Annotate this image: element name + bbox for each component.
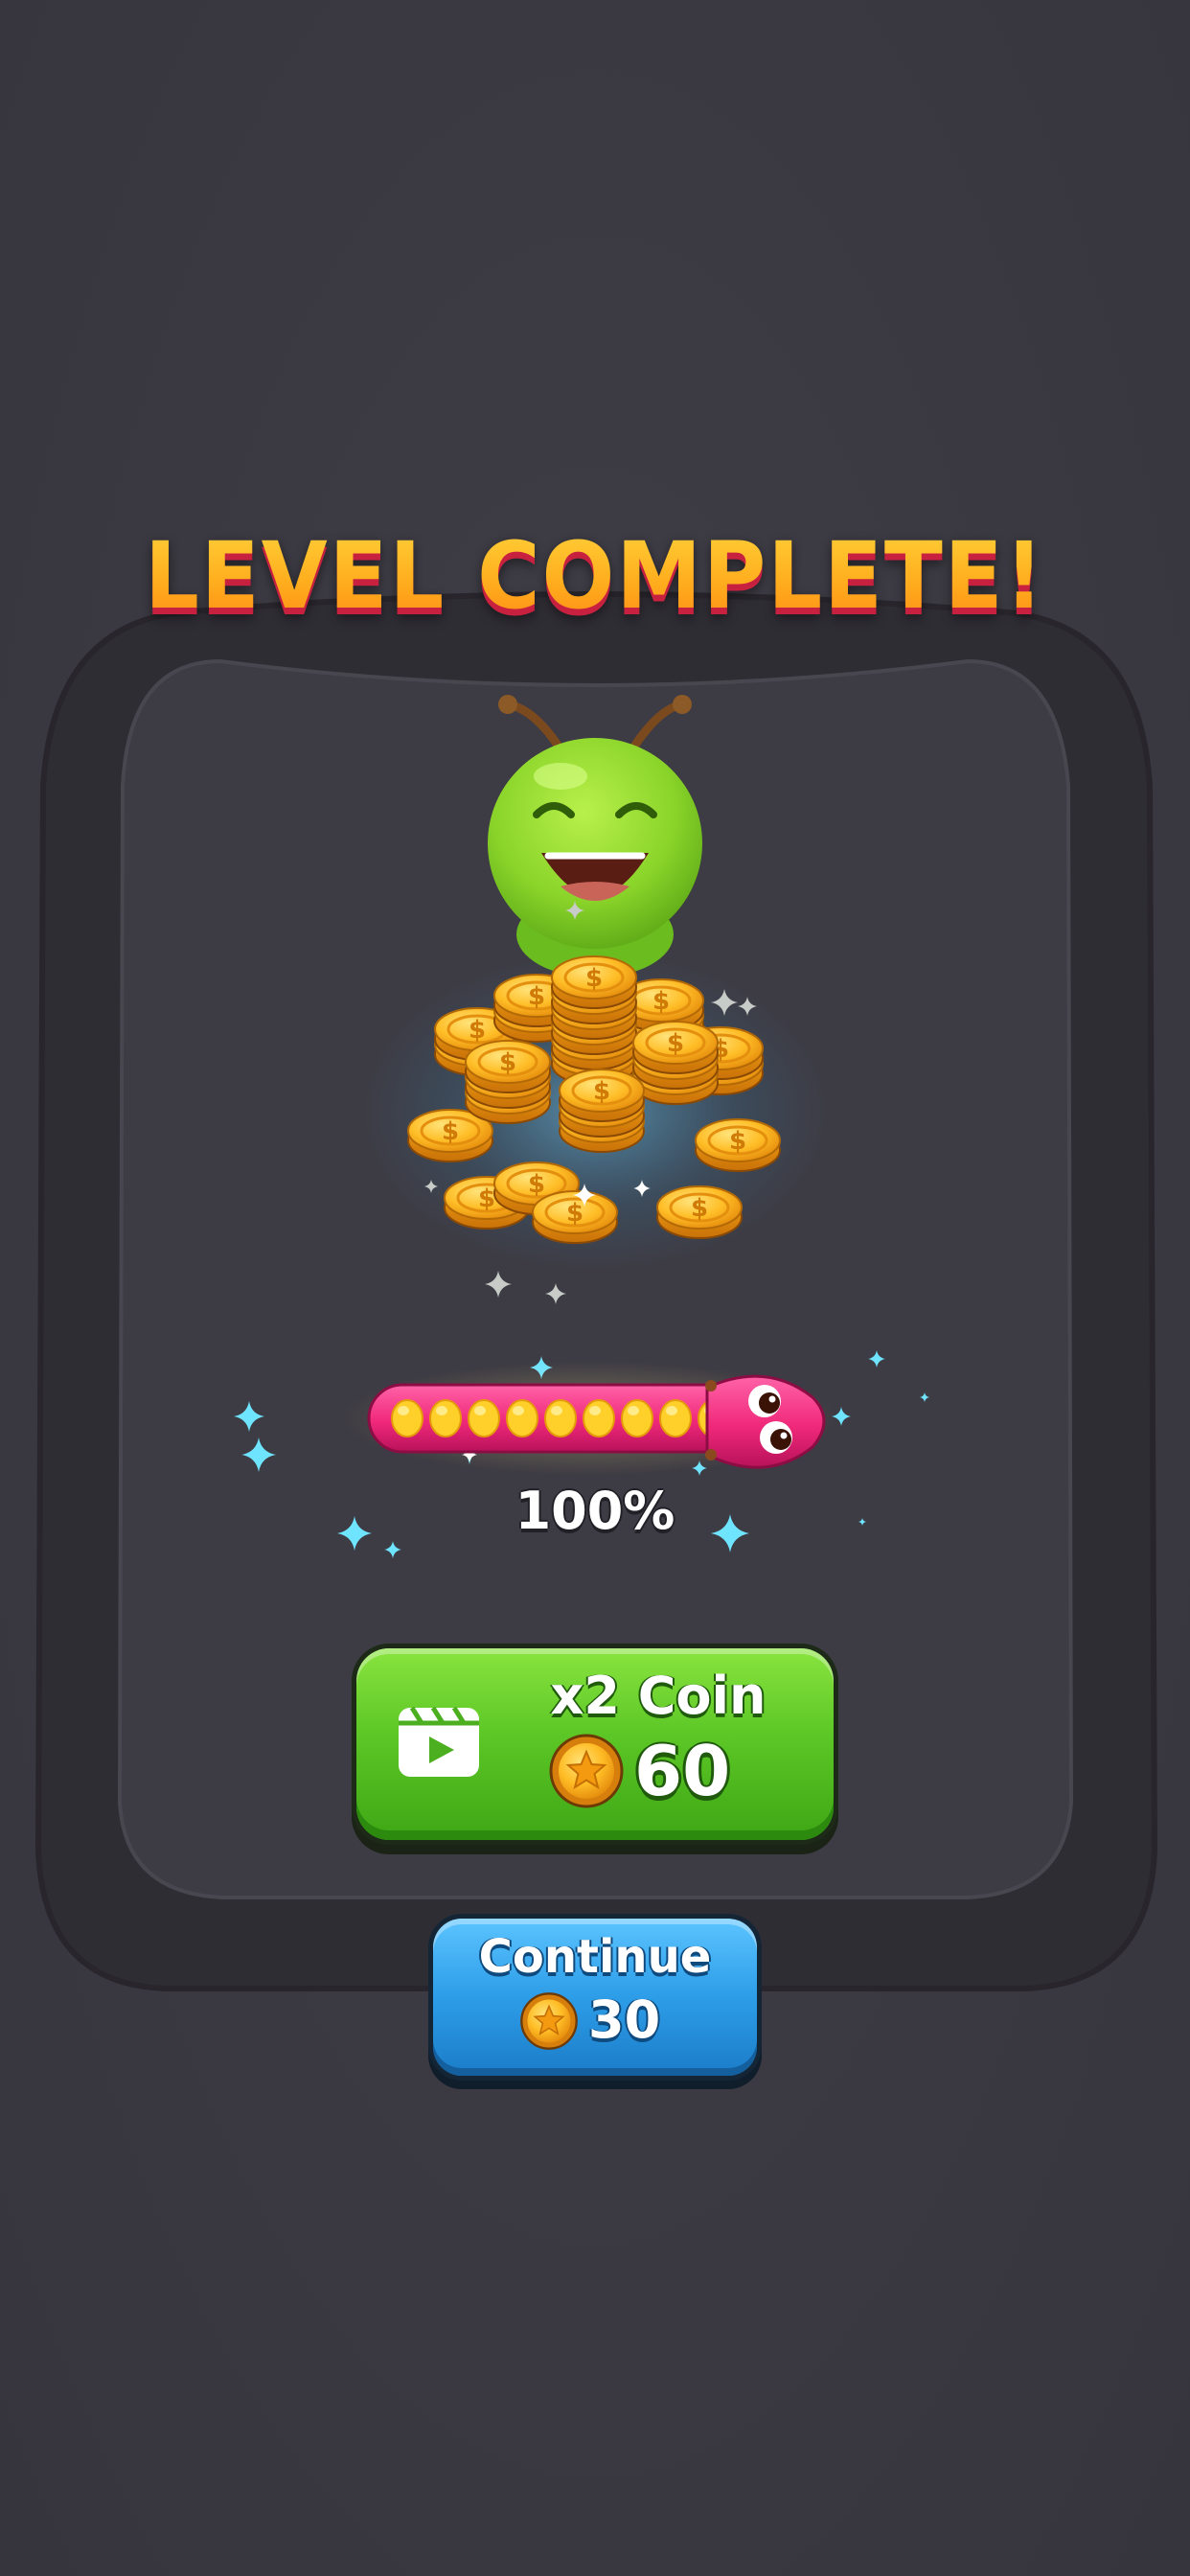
svg-text:$: $ bbox=[528, 1170, 545, 1199]
worm-segment bbox=[659, 1399, 692, 1438]
continue-amount: 30 bbox=[588, 1990, 661, 2050]
worm-segment bbox=[583, 1399, 615, 1438]
worm-segment bbox=[468, 1399, 500, 1438]
gold-coin: $ bbox=[656, 1185, 743, 1239]
coin-icon bbox=[520, 1992, 578, 2050]
svg-text:$: $ bbox=[729, 1127, 746, 1156]
svg-text:$: $ bbox=[566, 1199, 584, 1228]
worm-segment bbox=[391, 1399, 423, 1438]
svg-text:$: $ bbox=[652, 987, 670, 1016]
worm-segment bbox=[506, 1399, 538, 1438]
gold-coin: $ bbox=[551, 955, 637, 1009]
continue-button[interactable]: Continue 30 bbox=[433, 1919, 757, 2076]
level-complete-screen: $ $ $ $ $ $ $ $ $ $ $ $ $ $ LEVEL COMPLETE! 100% bbox=[0, 0, 1190, 2576]
double-coin-button[interactable]: x2 Coin 60 bbox=[356, 1648, 834, 1840]
svg-text:$: $ bbox=[442, 1117, 459, 1146]
worm-segment bbox=[544, 1399, 577, 1438]
worm-progress-bar bbox=[340, 1361, 838, 1476]
gold-coin: $ bbox=[532, 1190, 618, 1244]
svg-text:$: $ bbox=[499, 1048, 516, 1077]
double-coin-amount: 60 bbox=[634, 1731, 731, 1811]
coin-icon bbox=[549, 1734, 624, 1808]
svg-text:$: $ bbox=[585, 964, 603, 993]
svg-text:$: $ bbox=[593, 1077, 610, 1106]
gold-coin: $ bbox=[632, 1021, 719, 1074]
svg-text:$: $ bbox=[469, 1016, 486, 1045]
scene-art: $$ $$$$$$$$$$$$ bbox=[34, 591, 1158, 1991]
svg-text:$: $ bbox=[528, 982, 545, 1011]
svg-text:$: $ bbox=[691, 1194, 708, 1223]
continue-label: Continue bbox=[478, 1930, 712, 1984]
level-complete-title: LEVEL COMPLETE! bbox=[41, 522, 1148, 630]
svg-text:$: $ bbox=[478, 1184, 495, 1213]
gold-coin: $ bbox=[695, 1118, 781, 1172]
video-icon bbox=[399, 1706, 479, 1777]
svg-text:$: $ bbox=[667, 1029, 684, 1058]
double-coin-label: x2 Coin bbox=[550, 1666, 767, 1726]
gold-coin: $ bbox=[559, 1069, 645, 1122]
progress-percent: 100% bbox=[515, 1481, 675, 1541]
gold-coin: $ bbox=[465, 1040, 551, 1093]
worm-segment bbox=[429, 1399, 462, 1438]
worm-segment bbox=[621, 1399, 653, 1438]
